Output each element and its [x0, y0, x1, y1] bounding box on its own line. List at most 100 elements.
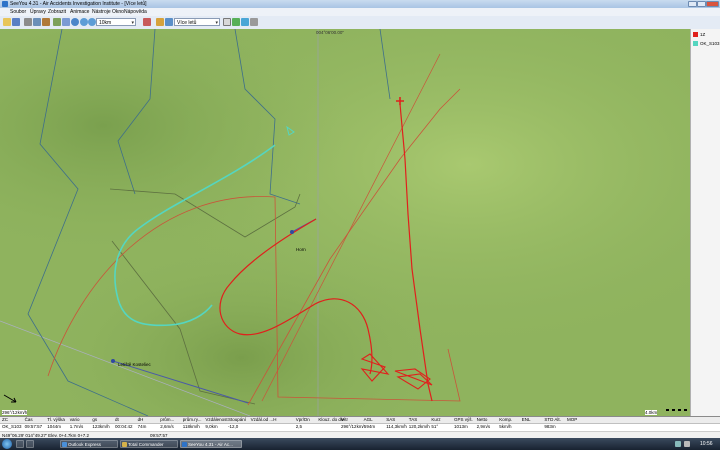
column-header[interactable]: Netto: [477, 417, 488, 422]
close-button[interactable]: [706, 1, 719, 7]
legend-item-label: OK_S103: [700, 41, 720, 46]
column-header[interactable]: vario: [70, 417, 80, 422]
table-cell: 1013m: [454, 424, 468, 429]
column-header[interactable]: dt: [115, 417, 119, 422]
column-header[interactable]: gs: [92, 417, 97, 422]
table-cell: 2,9m/s: [476, 424, 491, 429]
copy-icon[interactable]: [33, 18, 41, 26]
table-cell: 09:57:57: [24, 424, 43, 429]
column-header[interactable]: Komp.: [499, 417, 512, 422]
menu-file[interactable]: Soubor: [10, 9, 26, 15]
waypoint-dot[interactable]: [290, 230, 294, 234]
column-header[interactable]: H: [273, 417, 276, 422]
maximize-button[interactable]: [697, 1, 706, 7]
column-header[interactable]: Vzdálenost: [205, 417, 227, 422]
total-commander-icon: [122, 442, 127, 447]
column-header[interactable]: STD Alt.: [544, 417, 561, 422]
tray-icon[interactable]: [675, 441, 681, 447]
taskbar: Outlook Express Total Commander SeeYou 4…: [0, 438, 720, 450]
properties-icon[interactable]: [42, 18, 50, 26]
select-tool-icon[interactable]: [223, 18, 231, 26]
zoom-in-icon[interactable]: [80, 18, 88, 26]
altitude-icon[interactable]: [143, 18, 151, 26]
menu-tools[interactable]: Nástroje: [92, 9, 111, 15]
column-header[interactable]: prům...: [160, 417, 174, 422]
chevron-down-icon: ▾: [131, 20, 134, 26]
quicklaunch-icon[interactable]: [26, 440, 34, 448]
waypoint-dot[interactable]: [111, 359, 115, 363]
flight-legend: 1Z OK_S103: [690, 29, 720, 416]
task-icon[interactable]: [232, 18, 240, 26]
table-cell: 2,5: [295, 424, 303, 429]
waypoint-label: Letiště Kosteliec: [118, 362, 151, 367]
print-icon[interactable]: [24, 18, 32, 26]
table-header: ZC Čas Tl. výška vario gs dt dH prům... prům.ry.…: [0, 417, 720, 424]
menu-animation[interactable]: Animace: [70, 9, 89, 15]
column-header[interactable]: GPS výš.: [454, 417, 473, 422]
menu-view[interactable]: Zobrazit: [48, 9, 66, 15]
barogram-icon[interactable]: [165, 18, 173, 26]
minimize-button[interactable]: [688, 1, 697, 7]
menu-edit[interactable]: Úpravy: [30, 9, 46, 15]
zoom-select[interactable]: 10km ▾: [96, 18, 136, 26]
quicklaunch-icon[interactable]: [16, 440, 24, 448]
table-cell: 114,3km/h: [386, 424, 407, 429]
column-header[interactable]: Tl. výška: [47, 417, 65, 422]
column-header[interactable]: Vpr/Dn: [296, 417, 310, 422]
table-cell: 120,2km/h: [408, 424, 430, 429]
column-header[interactable]: SAS: [386, 417, 395, 422]
column-header[interactable]: prům.ry...: [183, 417, 202, 422]
column-header[interactable]: Vítr: [341, 417, 348, 422]
column-header[interactable]: ENL: [522, 417, 531, 422]
table-cell: 123km/h: [92, 424, 110, 429]
taskbar-item-label: Total Commander: [128, 442, 164, 447]
flight-data-table: ZC Čas Tl. výška vario gs dt dH prům... prům.ry.…: [0, 416, 720, 439]
flights-select-value: Více letů: [177, 20, 197, 26]
column-header[interactable]: dH: [138, 417, 144, 422]
column-header[interactable]: AGL: [364, 417, 373, 422]
flights-select[interactable]: Více letů ▾: [174, 18, 220, 26]
column-header[interactable]: Kurz: [431, 417, 440, 422]
window-title: SeeYou 4.31 - Air Accidents Investigatio…: [10, 1, 147, 7]
outlook-icon: [62, 442, 67, 447]
zoom-select-value: 10km: [99, 20, 112, 26]
pan-icon[interactable]: [62, 18, 70, 26]
table-cell: 51°: [431, 424, 439, 429]
chevron-down-icon: ▾: [215, 20, 218, 26]
map-view[interactable]: 004°06'00.00" Horn Letiště Kosteliec 296…: [0, 29, 690, 416]
terrain-shade-3: [0, 29, 690, 416]
table-cell: 2,6m/s: [160, 424, 174, 429]
column-header[interactable]: Čas: [25, 417, 33, 422]
taskbar-item[interactable]: Outlook Express: [60, 440, 118, 448]
menu-help[interactable]: Nápověda: [124, 9, 147, 15]
legend-item-label: 1Z: [700, 32, 706, 37]
column-header[interactable]: ZC: [2, 417, 8, 422]
taskbar-item[interactable]: Total Commander: [120, 440, 178, 448]
volume-icon[interactable]: [684, 441, 690, 447]
table-cell: -12,0: [228, 424, 239, 429]
taskbar-item[interactable]: SeeYou 4.31 - Air Ac...: [180, 440, 242, 448]
column-header[interactable]: MOP: [567, 417, 577, 422]
column-header[interactable]: Vzdál.od ...: [251, 417, 274, 422]
menu-window[interactable]: Okno: [112, 9, 124, 15]
table-row[interactable]: OK_S103 09:57:57 1044m 1.7m/s 123km/h 00:04:4…: [0, 424, 720, 430]
dropdown-arrow-icon[interactable]: [250, 18, 258, 26]
save-icon[interactable]: [12, 18, 20, 26]
open-folder-icon[interactable]: [3, 18, 11, 26]
column-header[interactable]: Stoupání: [228, 417, 246, 422]
table-cell: 1.7m/s: [69, 424, 84, 429]
zoom-out-icon[interactable]: [88, 18, 96, 26]
column-header[interactable]: TAS: [409, 417, 417, 422]
table-cell: 74m: [137, 424, 147, 429]
legend-swatch: [693, 32, 698, 37]
seeyou-icon: [182, 442, 187, 447]
flight-icon[interactable]: [156, 18, 164, 26]
table-cell: 00:04:42: [115, 424, 133, 429]
globe-icon[interactable]: [71, 18, 79, 26]
clock: 10:56: [700, 441, 713, 447]
start-button[interactable]: [2, 439, 12, 449]
map-canvas[interactable]: [0, 29, 690, 416]
waypoint-icon[interactable]: [241, 18, 249, 26]
table-cell: OK_S103: [2, 424, 22, 429]
hand-tool-icon[interactable]: [53, 18, 61, 26]
